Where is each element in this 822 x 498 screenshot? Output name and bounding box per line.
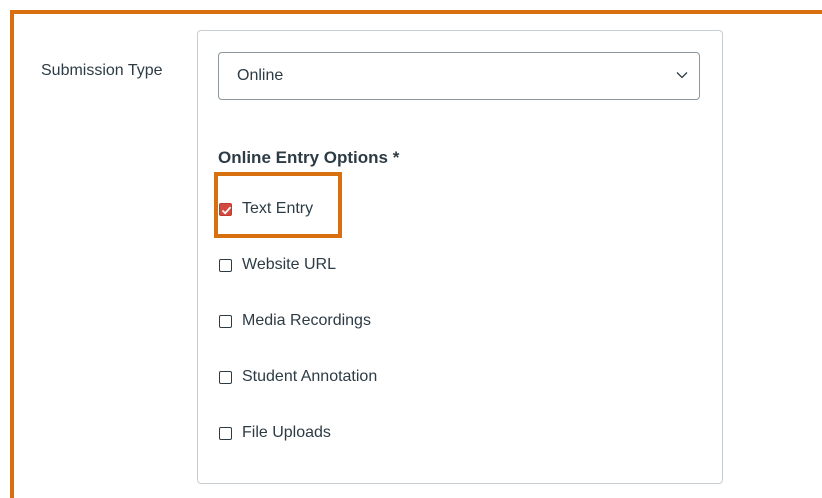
media-recordings-checkbox[interactable] bbox=[219, 314, 232, 328]
highlight-frame-top-border bbox=[10, 10, 822, 14]
option-media-recordings[interactable]: Media Recordings bbox=[219, 310, 371, 332]
student-annotation-label: Student Annotation bbox=[242, 368, 378, 385]
media-recordings-label: Media Recordings bbox=[242, 312, 371, 329]
online-entry-options-title: Online Entry Options * bbox=[218, 148, 400, 167]
option-student-annotation[interactable]: Student Annotation bbox=[219, 366, 377, 388]
highlight-frame-left-border bbox=[10, 10, 14, 498]
submission-type-select[interactable]: Online bbox=[218, 52, 700, 100]
option-website-url[interactable]: Website URL bbox=[219, 254, 336, 276]
screenshot-frame: Submission Type Online Online Entry Opti… bbox=[0, 0, 822, 498]
submission-type-label: Submission Type bbox=[41, 62, 163, 79]
chevron-down-icon bbox=[676, 72, 688, 79]
text-entry-highlight-box bbox=[214, 172, 342, 238]
website-url-label: Website URL bbox=[242, 256, 336, 273]
file-uploads-checkbox[interactable] bbox=[219, 426, 232, 440]
submission-type-select-value: Online bbox=[237, 67, 284, 84]
option-file-uploads[interactable]: File Uploads bbox=[219, 422, 331, 444]
file-uploads-label: File Uploads bbox=[242, 424, 331, 441]
website-url-checkbox[interactable] bbox=[219, 258, 232, 272]
student-annotation-checkbox[interactable] bbox=[219, 370, 232, 384]
